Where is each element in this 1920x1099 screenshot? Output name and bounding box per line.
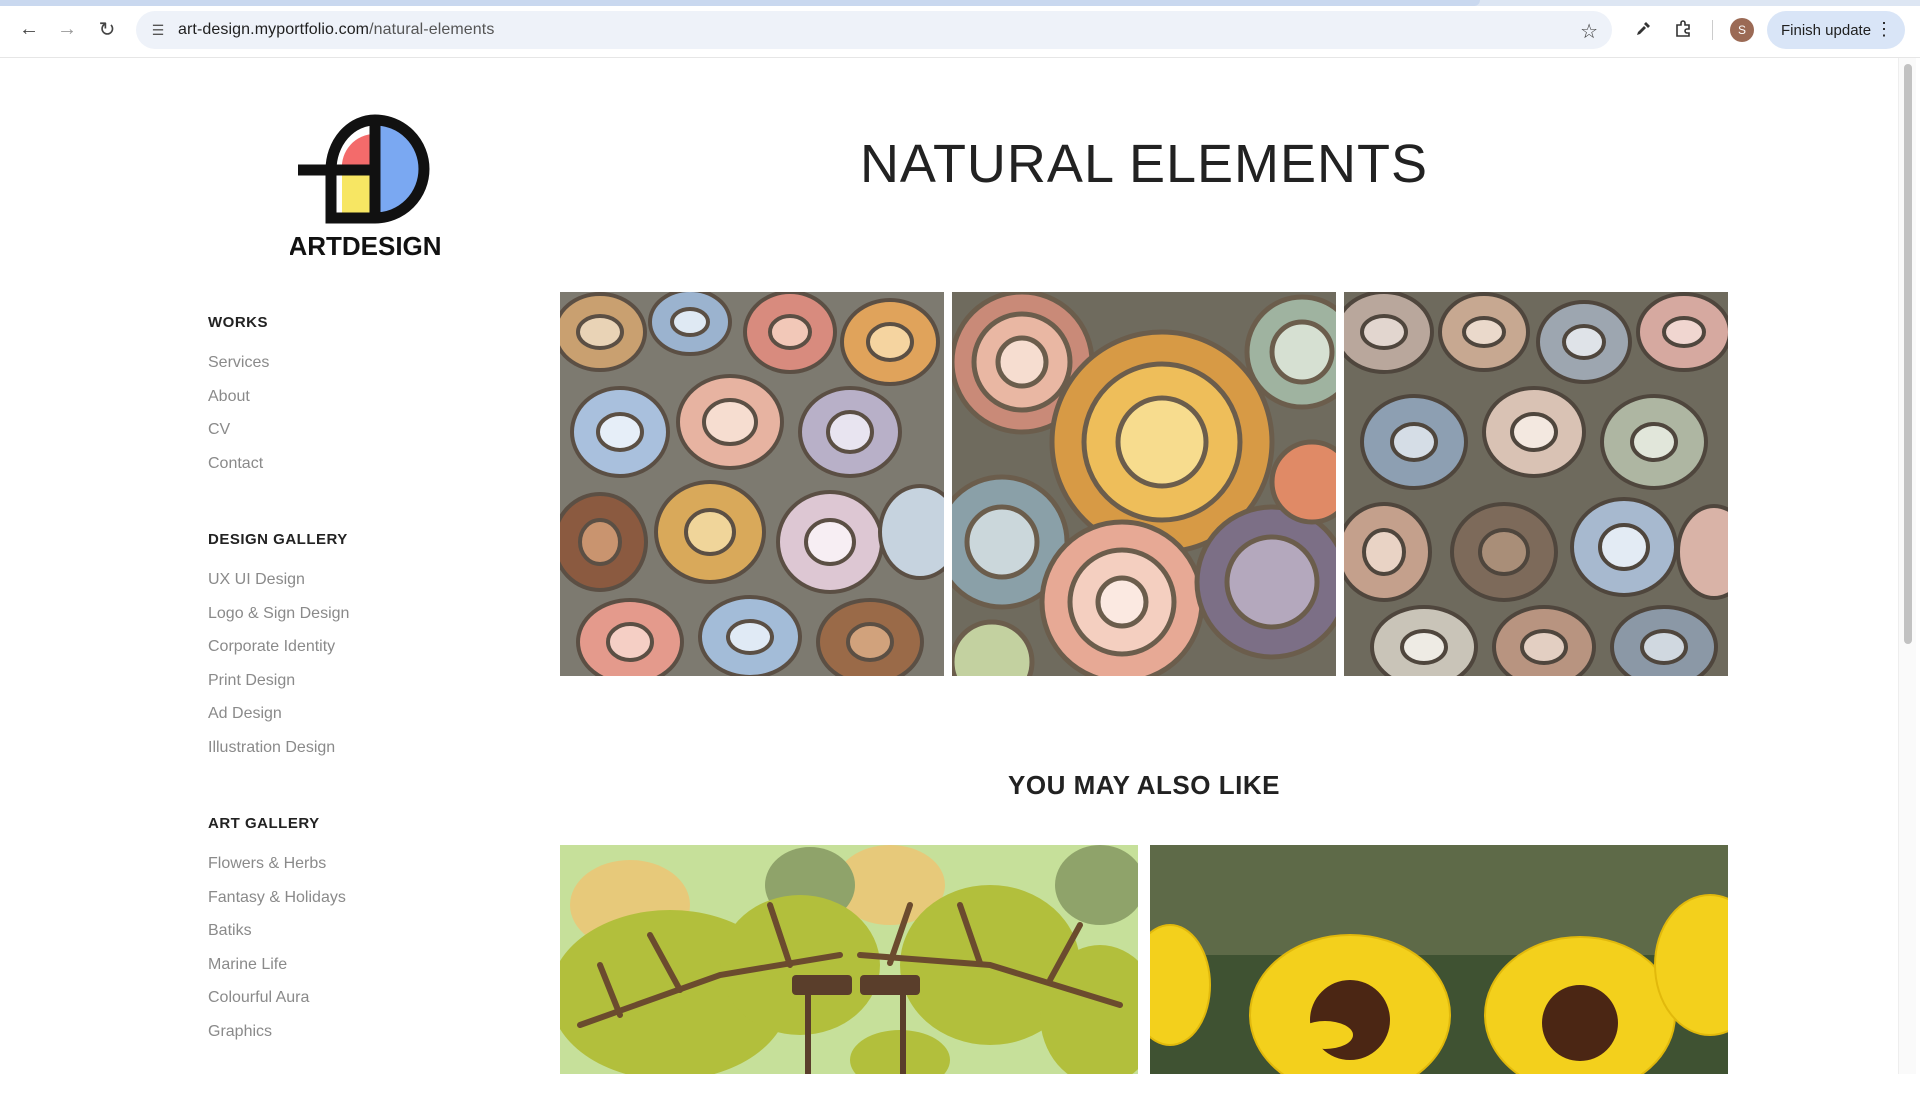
artwork-image-2[interactable] (952, 292, 1336, 676)
sidebar-nav: WORKS Services About CV Contact DESIGN G… (208, 314, 508, 1099)
design-gallery-heading[interactable]: DESIGN GALLERY (208, 531, 508, 548)
design-gallery-section: DESIGN GALLERY UX UI Design Logo & Sign … (208, 531, 508, 771)
toolbar-divider (1712, 20, 1713, 40)
sidebar-item-graphics[interactable]: Graphics (208, 1022, 508, 1056)
profile-avatar[interactable]: S (1730, 18, 1754, 42)
recommended-artwork-trees[interactable] (560, 845, 1138, 1074)
page-content: ARTDESIGN WORKS Services About CV Contac… (0, 58, 1898, 1074)
sidebar-item-batiks[interactable]: Batiks (208, 921, 508, 955)
art-gallery-section: ART GALLERY Flowers & Herbs Fantasy & Ho… (208, 815, 508, 1055)
sidebar-item-corporate-identity[interactable]: Corporate Identity (208, 637, 508, 671)
tab-strip (0, 0, 1920, 6)
address-bar[interactable]: ☰ art-design.myportfolio.com/natural-ele… (136, 11, 1612, 49)
sidebar-item-contact[interactable]: Contact (208, 454, 508, 488)
sidebar-item-cv[interactable]: CV (208, 420, 508, 454)
sidebar-item-about[interactable]: About (208, 387, 508, 421)
url-text[interactable]: art-design.myportfolio.com/natural-eleme… (178, 21, 494, 39)
art-gallery-heading[interactable]: ART GALLERY (208, 815, 508, 832)
sidebar-item-logo-sign-design[interactable]: Logo & Sign Design (208, 604, 508, 638)
sidebar-item-flowers-herbs[interactable]: Flowers & Herbs (208, 854, 508, 888)
sidebar-item-marine-life[interactable]: Marine Life (208, 955, 508, 989)
sidebar-item-fantasy-holidays[interactable]: Fantasy & Holidays (208, 888, 508, 922)
scrollbar-thumb[interactable] (1904, 64, 1912, 644)
artwork-image-1[interactable] (560, 292, 944, 676)
browser-toolbar: ← → ↻ ☰ art-design.myportfolio.com/natur… (0, 0, 1920, 58)
page-title: NATURAL ELEMENTS (859, 134, 1429, 194)
forward-icon[interactable]: → (52, 14, 82, 44)
works-section: WORKS Services About CV Contact (208, 314, 508, 487)
sidebar-item-services[interactable]: Services (208, 353, 508, 387)
artdesign-logo[interactable]: ARTDESIGN (288, 110, 442, 261)
sidebar-item-print-design[interactable]: Print Design (208, 671, 508, 705)
recommended-artwork-sunflowers[interactable] (1150, 845, 1728, 1074)
works-heading[interactable]: WORKS (208, 314, 508, 331)
active-tab[interactable] (0, 0, 1480, 6)
bookmark-star-icon[interactable]: ☆ (1580, 19, 1598, 44)
sidebar-item-ad-design[interactable]: Ad Design (208, 704, 508, 738)
logo-wordmark: ARTDESIGN (290, 231, 440, 260)
artwork-image-3[interactable] (1344, 292, 1728, 676)
finish-update-button[interactable]: Finish update ⋮ (1767, 11, 1905, 49)
sidebar-item-illustration-design[interactable]: Illustration Design (208, 738, 508, 772)
site-settings-icon[interactable]: ☰ (146, 22, 170, 39)
sidebar-item-ux-ui-design[interactable]: UX UI Design (208, 570, 508, 604)
back-icon[interactable]: ← (14, 14, 44, 44)
menu-dots-icon[interactable]: ⋮ (1875, 19, 1893, 40)
sidebar-item-colourful-aura[interactable]: Colourful Aura (208, 988, 508, 1022)
you-may-also-like-heading: YOU MAY ALSO LIKE (1008, 770, 1280, 800)
extensions-puzzle-icon[interactable] (1668, 14, 1698, 44)
reload-icon[interactable]: ↻ (92, 14, 122, 44)
page-scrollbar[interactable] (1898, 58, 1916, 1074)
eyedropper-icon[interactable] (1628, 14, 1658, 44)
